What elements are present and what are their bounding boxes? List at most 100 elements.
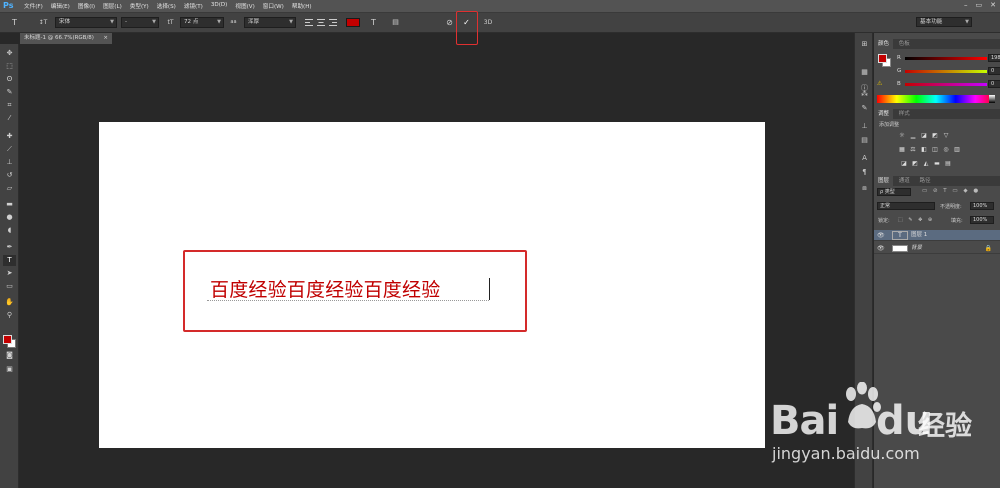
fill-field[interactable]: 100%	[970, 216, 994, 224]
brush-tool-icon[interactable]: ⟋	[3, 144, 16, 155]
menu-view[interactable]: 视图(V)	[235, 2, 254, 10]
channel-mixer-icon[interactable]: ◎	[942, 146, 950, 153]
selective-color-icon[interactable]: ▤	[944, 160, 952, 167]
opacity-field[interactable]: 100%	[970, 202, 994, 210]
menu-select[interactable]: 选择(S)	[157, 2, 176, 10]
maximize-icon[interactable]: ▭	[976, 1, 983, 9]
invert-icon[interactable]: ◪	[900, 160, 908, 167]
brush-presets-icon[interactable]: ✎	[859, 103, 870, 113]
marquee-tool-icon[interactable]: ⬚	[3, 61, 16, 72]
zoom-tool-icon[interactable]: ⚲	[3, 310, 16, 321]
gradient-map-icon[interactable]: ▬	[933, 160, 941, 167]
tool-presets-icon[interactable]: ▤	[859, 135, 870, 145]
text-layer-content[interactable]: 百度经验百度经验百度经验	[210, 275, 440, 302]
exposure-icon[interactable]: ◩	[931, 132, 939, 139]
document-canvas[interactable]: 百度经验百度经验百度经验	[99, 122, 765, 448]
eyedropper-tool-icon[interactable]: ⁄	[3, 113, 16, 124]
photo-filter-icon[interactable]: ◫	[931, 146, 939, 153]
3d-button[interactable]: 3D	[481, 17, 495, 28]
quick-select-tool-icon[interactable]: ✎	[3, 87, 16, 98]
3d-panel-icon[interactable]: ⧈	[859, 183, 870, 193]
lock-icons[interactable]: ⬚ ✎ ✥ ⊕	[898, 217, 934, 223]
tab-styles[interactable]: 样式	[895, 109, 914, 119]
brightness-icon[interactable]: ☼	[898, 132, 906, 139]
cancel-icon[interactable]: ⊘	[444, 17, 455, 28]
text-orientation-icon[interactable]: ↕T	[36, 17, 50, 28]
menu-edit[interactable]: 编辑(E)	[51, 2, 70, 10]
close-icon[interactable]: ×	[103, 33, 108, 44]
history-panel-icon[interactable]: ⊞	[859, 39, 870, 49]
menu-layer[interactable]: 图层(L)	[103, 2, 122, 10]
workspace-select[interactable]: 基本功能 ▼	[916, 17, 972, 27]
color-foreground-swatch[interactable]	[878, 54, 887, 63]
font-style-select[interactable]: - ▼	[121, 17, 159, 28]
posterize-icon[interactable]: ◩	[911, 160, 919, 167]
color-balance-icon[interactable]: ⚖	[909, 146, 917, 153]
curves-icon[interactable]: ◪	[920, 132, 928, 139]
red-value-field[interactable]: 198	[988, 54, 1000, 62]
close-icon[interactable]: ✕	[990, 1, 996, 9]
menu-window[interactable]: 窗口(W)	[263, 2, 284, 10]
vibrance-icon[interactable]: ▽	[942, 132, 950, 139]
character-panel-icon[interactable]: A	[859, 153, 870, 163]
color-lookup-icon[interactable]: ▥	[953, 146, 961, 153]
crop-tool-icon[interactable]: ⌗	[3, 100, 16, 111]
clone-stamp-tool-icon[interactable]: ⊥	[3, 157, 16, 168]
green-value-field[interactable]: 0	[988, 67, 1000, 75]
healing-brush-tool-icon[interactable]: ✚	[3, 131, 16, 142]
menu-type[interactable]: 类型(Y)	[130, 2, 149, 10]
blur-tool-icon[interactable]: ●	[3, 212, 16, 223]
tab-adjustments[interactable]: 调整	[874, 109, 894, 119]
lasso-tool-icon[interactable]: ʘ	[3, 74, 16, 85]
warp-text-icon[interactable]: T	[368, 17, 379, 28]
levels-icon[interactable]: ▁	[909, 132, 917, 139]
threshold-icon[interactable]: ◭	[922, 160, 930, 167]
tab-layers[interactable]: 图层	[874, 176, 894, 186]
tab-swatches[interactable]: 色板	[895, 39, 914, 49]
pen-tool-icon[interactable]: ✒	[3, 242, 16, 253]
tab-color[interactable]: 颜色	[874, 39, 894, 49]
hue-saturation-icon[interactable]: ▦	[898, 146, 906, 153]
text-color-swatch[interactable]	[346, 18, 360, 27]
quick-mask-icon[interactable]: ◙	[3, 350, 16, 361]
align-right-icon[interactable]	[328, 17, 338, 28]
green-slider[interactable]	[905, 70, 987, 73]
align-center-icon[interactable]	[316, 17, 326, 28]
tab-paths[interactable]: 路径	[916, 176, 935, 186]
type-tool-preset-icon[interactable]: T	[9, 17, 20, 28]
eye-icon[interactable]: 👁	[877, 243, 885, 254]
menu-image[interactable]: 图像(I)	[78, 2, 95, 10]
menu-file[interactable]: 文件(F)	[24, 2, 43, 10]
layer-filter-icons[interactable]: ▭ ⊘ T ▭ ◆ ●	[922, 188, 980, 194]
minimize-icon[interactable]: –	[964, 1, 968, 9]
align-left-icon[interactable]	[304, 17, 314, 28]
document-tab[interactable]: 未标题-1 @ 66.7%(RGB/8) ×	[20, 33, 112, 44]
antialias-select[interactable]: 浑厚 ▼	[244, 17, 296, 28]
blue-slider[interactable]	[905, 83, 987, 86]
properties-panel-icon[interactable]: ▦	[859, 67, 870, 77]
character-panel-icon[interactable]: ▤	[390, 17, 401, 28]
rectangle-tool-icon[interactable]: ▭	[3, 281, 16, 292]
menu-3d[interactable]: 3D(D)	[211, 2, 228, 10]
font-size-select[interactable]: 72 点 ▼	[180, 17, 224, 28]
layer-filter-select[interactable]: ρ 类型	[877, 188, 911, 196]
history-brush-tool-icon[interactable]: ↺	[3, 170, 16, 181]
hand-tool-icon[interactable]: ✋	[3, 297, 16, 308]
dodge-tool-icon[interactable]: ◖	[3, 225, 16, 236]
foreground-color-swatch[interactable]	[3, 335, 12, 344]
warning-icon[interactable]: ⚠	[877, 80, 882, 87]
menu-filter[interactable]: 滤镜(T)	[184, 2, 203, 10]
paragraph-panel-icon[interactable]: ¶	[859, 167, 870, 177]
brush-panel-icon[interactable]: ⁂	[859, 89, 870, 99]
gradient-tool-icon[interactable]: ▬	[3, 199, 16, 210]
path-select-tool-icon[interactable]: ➤	[3, 268, 16, 279]
layer-row-background[interactable]: 👁 背景 🔒	[874, 243, 1000, 254]
move-tool-icon[interactable]: ✥	[3, 48, 16, 59]
black-white-icon[interactable]: ◧	[920, 146, 928, 153]
red-slider[interactable]	[905, 57, 987, 60]
tab-channels[interactable]: 通道	[895, 176, 914, 186]
color-spectrum-bar[interactable]	[877, 95, 995, 103]
blue-value-field[interactable]: 0	[988, 80, 1000, 88]
layer-row-text[interactable]: 👁 T 图层 1	[874, 230, 1000, 241]
black-white-ramp[interactable]	[989, 95, 995, 103]
